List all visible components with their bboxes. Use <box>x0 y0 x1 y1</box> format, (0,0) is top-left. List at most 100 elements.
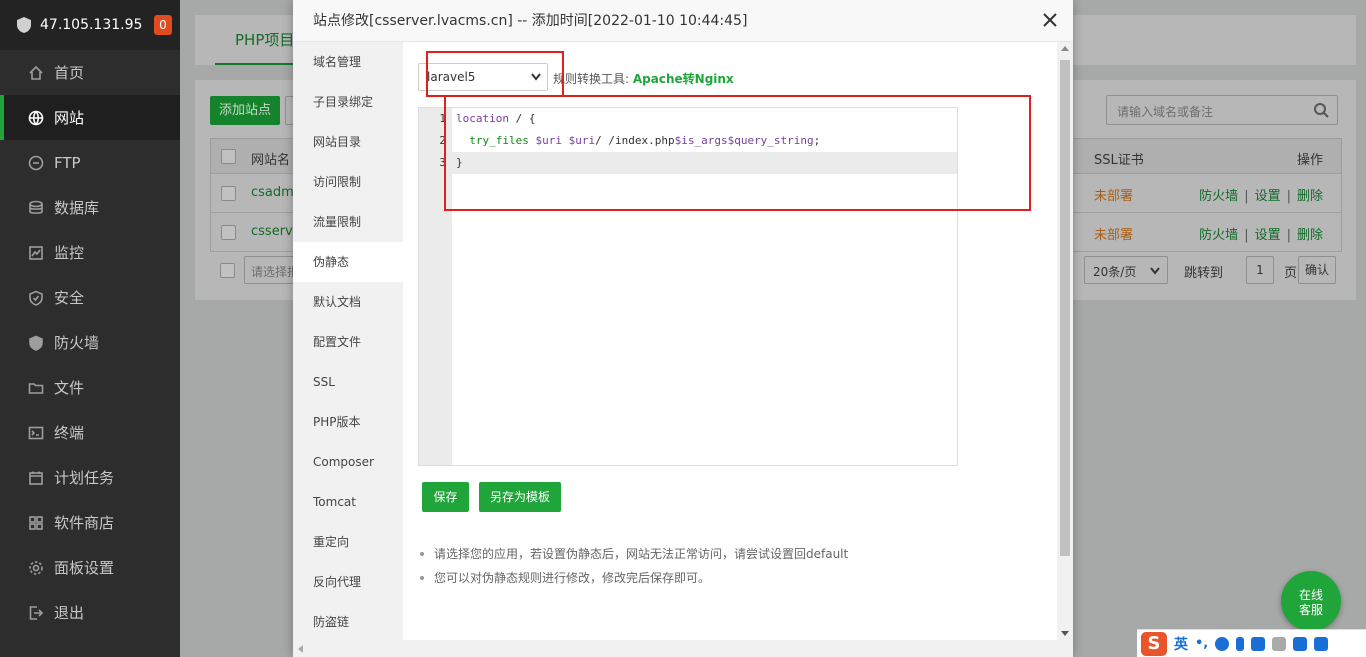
sidebar-item-label: 首页 <box>54 64 85 82</box>
sidebar-item-label: 网站 <box>54 109 85 127</box>
settings-link[interactable]: 设置 <box>1255 228 1281 243</box>
calendar-icon <box>29 471 43 485</box>
menu-composer[interactable]: Composer <box>293 442 403 482</box>
page-size-select[interactable]: 20条/页 <box>1084 256 1168 284</box>
page-size-value: 20条/页 <box>1093 265 1137 279</box>
vertical-scrollbar[interactable] <box>1057 42 1073 640</box>
menu-php-version[interactable]: PHP版本 <box>293 402 403 442</box>
keyboard-icon[interactable] <box>1251 636 1266 651</box>
home-icon <box>29 65 43 80</box>
sidebar-item-terminal[interactable]: 终端 <box>0 410 180 455</box>
scroll-thumb[interactable] <box>1060 60 1070 556</box>
sidebar-item-monitor[interactable]: 监控 <box>0 230 180 275</box>
monitor-icon <box>29 245 43 260</box>
ime-language[interactable]: 英 <box>1174 634 1188 654</box>
sidebar-item-website[interactable]: 网站 <box>0 95 180 140</box>
sidebar-item-ftp[interactable]: FTP <box>0 140 180 185</box>
menu-redirect[interactable]: 重定向 <box>293 522 403 562</box>
globe-icon <box>28 110 44 125</box>
sidebar-item-cron[interactable]: 计划任务 <box>0 455 180 500</box>
skin-icon[interactable] <box>1293 636 1308 651</box>
save-as-template-button[interactable]: 另存为模板 <box>479 482 561 512</box>
sidebar-item-home[interactable]: 首页 <box>0 50 180 95</box>
store-icon <box>29 515 43 530</box>
sidebar-item-label: 退出 <box>54 604 85 622</box>
scroll-up-arrow[interactable] <box>1061 46 1069 51</box>
search-icon[interactable] <box>1313 102 1329 118</box>
confirm-page-button[interactable]: 确认 <box>1298 256 1336 284</box>
row-checkbox[interactable] <box>221 225 236 240</box>
tip-item: 请选择您的应用，若设置伪静态后，网站无法正常访问，请尝试设置回default <box>418 542 848 566</box>
sidebar-item-firewall[interactable]: 防火墙 <box>0 320 180 365</box>
column-ops: 操作 <box>1296 153 1323 168</box>
convert-tool-label: 规则转换工具: <box>553 72 630 86</box>
settings-link[interactable]: 设置 <box>1255 189 1281 204</box>
server-ip: 47.105.131.95 <box>40 17 143 33</box>
firewall-icon <box>29 335 43 351</box>
horizontal-scrollbar[interactable] <box>293 640 1073 657</box>
sidebar-item-label: FTP <box>54 153 81 172</box>
ssl-status[interactable]: 未部署 <box>1094 185 1133 204</box>
close-button[interactable] <box>1043 13 1057 27</box>
folder-icon <box>28 382 44 394</box>
menu-config-file[interactable]: 配置文件 <box>293 322 403 362</box>
menu-domain-manage[interactable]: 域名管理 <box>293 42 403 82</box>
scroll-left-arrow[interactable] <box>298 645 303 653</box>
row-checkbox[interactable] <box>221 186 236 201</box>
menu-traffic-limit[interactable]: 流量限制 <box>293 202 403 242</box>
select-all-checkbox[interactable] <box>221 149 236 164</box>
emoji-icon[interactable] <box>1215 636 1230 651</box>
ftp-icon <box>28 155 44 170</box>
menu-ssl[interactable]: SSL <box>293 362 403 402</box>
gear-icon <box>29 560 43 575</box>
close-icon <box>1043 13 1057 27</box>
menu-subdir-bind[interactable]: 子目录绑定 <box>293 82 403 122</box>
sidebar-item-files[interactable]: 文件 <box>0 365 180 410</box>
sidebar-item-security[interactable]: 安全 <box>0 275 180 320</box>
ssl-status[interactable]: 未部署 <box>1094 224 1133 243</box>
page-number-input[interactable]: 1 <box>1246 256 1274 284</box>
sidebar-item-label: 防火墙 <box>54 334 100 352</box>
toolbox-icon[interactable] <box>1314 636 1329 651</box>
column-ssl: SSL证书 <box>1094 153 1144 168</box>
scroll-down-arrow[interactable] <box>1061 631 1069 636</box>
site-search-input[interactable]: 请输入域名或备注 <box>1106 95 1338 125</box>
tips-list: 请选择您的应用，若设置伪静态后，网站无法正常访问，请尝试设置回default 您… <box>418 542 848 590</box>
row-ops: 防火墙 | 设置 | 删除 <box>1199 228 1323 243</box>
delete-link[interactable]: 删除 <box>1297 228 1323 243</box>
server-shield-icon <box>17 17 31 33</box>
sidebar-item-database[interactable]: 数据库 <box>0 185 180 230</box>
user-icon[interactable] <box>1272 636 1287 651</box>
menu-access-limit[interactable]: 访问限制 <box>293 162 403 202</box>
column-site-name: 网站名 <box>251 153 291 168</box>
menu-rewrite[interactable]: 伪静态 <box>293 242 403 282</box>
save-button[interactable]: 保存 <box>422 482 469 512</box>
menu-default-doc[interactable]: 默认文档 <box>293 282 403 322</box>
firewall-link[interactable]: 防火墙 <box>1199 189 1238 204</box>
shield-icon <box>29 290 43 306</box>
service-label-2: 客服 <box>1298 603 1323 617</box>
notification-badge[interactable]: 0 <box>154 15 172 35</box>
page-unit: 页 <box>1284 266 1298 281</box>
menu-reverse-proxy[interactable]: 反向代理 <box>293 562 403 602</box>
batch-checkbox[interactable] <box>220 263 235 278</box>
sidebar-item-store[interactable]: 软件商店 <box>0 500 180 545</box>
firewall-link[interactable]: 防火墙 <box>1199 228 1238 243</box>
site-name-link[interactable]: csadmi <box>251 185 297 200</box>
punctuation-icon[interactable]: •, <box>1195 636 1208 651</box>
logout-icon <box>29 605 44 620</box>
online-service-button[interactable]: 在线 客服 <box>1281 571 1341 631</box>
chevron-down-icon <box>1150 267 1160 275</box>
sidebar-item-settings[interactable]: 面板设置 <box>0 545 180 590</box>
sidebar-item-label: 面板设置 <box>54 559 115 577</box>
menu-site-dir[interactable]: 网站目录 <box>293 122 403 162</box>
menu-hotlink[interactable]: 防盗链 <box>293 602 403 642</box>
add-site-button[interactable]: 添加站点 <box>210 96 280 125</box>
apache-to-nginx-link[interactable]: Apache转Nginx <box>633 72 734 86</box>
sidebar-item-logout[interactable]: 退出 <box>0 590 180 635</box>
menu-tomcat[interactable]: Tomcat <box>293 482 403 522</box>
microphone-icon[interactable] <box>1236 636 1245 651</box>
row-ops: 防火墙 | 设置 | 删除 <box>1199 189 1323 204</box>
sogou-logo-icon[interactable]: S <box>1141 631 1167 656</box>
delete-link[interactable]: 删除 <box>1297 189 1323 204</box>
